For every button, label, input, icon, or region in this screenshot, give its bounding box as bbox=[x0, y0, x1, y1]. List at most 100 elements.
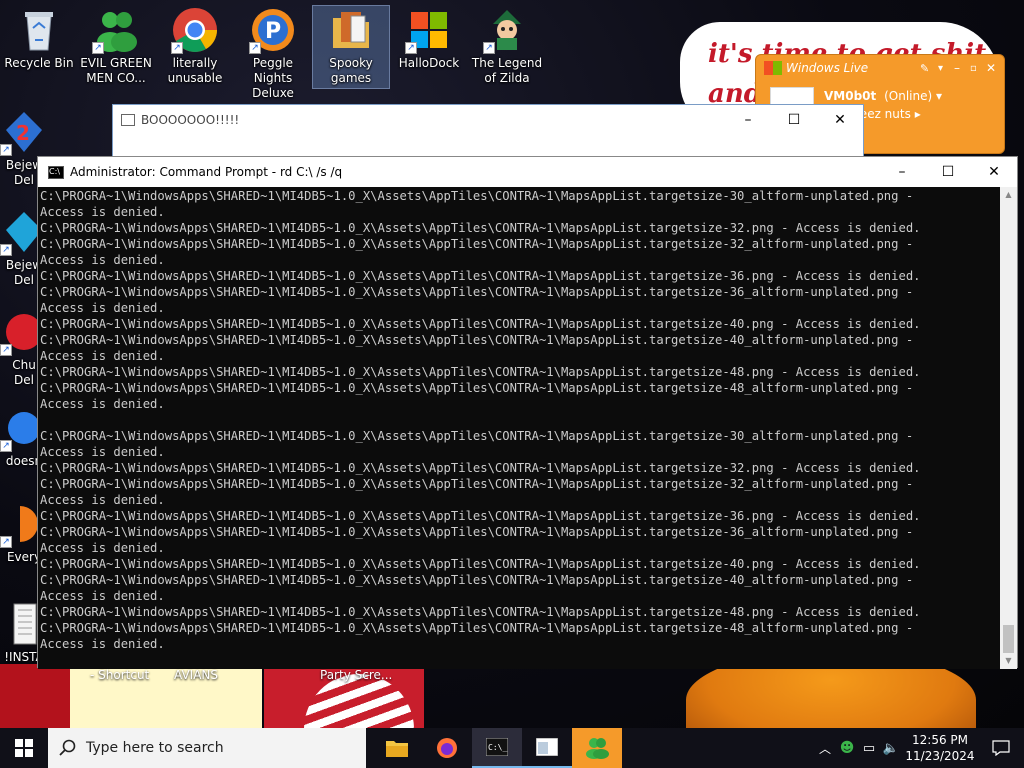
taskbar-app-window[interactable] bbox=[522, 728, 572, 768]
console-line: C:\PROGRA~1\WindowsApps\SHARED~1\MI4DB5~… bbox=[40, 269, 921, 283]
messenger-status[interactable]: (Online) bbox=[884, 89, 932, 103]
console-line: Access is denied. bbox=[40, 253, 165, 267]
bg-minimize-button[interactable]: – bbox=[725, 105, 771, 135]
messenger-title: Windows Live bbox=[786, 61, 869, 75]
peggle-icon: P ↗ bbox=[249, 6, 297, 54]
windows-live-logo-icon bbox=[764, 61, 782, 75]
recycle-bin-icon bbox=[15, 6, 63, 54]
cmd-minimize-button[interactable]: – bbox=[879, 157, 925, 187]
console-line: Access is denied. bbox=[40, 637, 165, 651]
messenger-icon bbox=[586, 738, 609, 759]
desktop-icon-recycle-bin[interactable]: Recycle Bin bbox=[1, 6, 77, 71]
command-prompt-window[interactable]: C:\ Administrator: Command Prompt - rd C… bbox=[37, 156, 1018, 669]
cmd-close-button[interactable]: ✕ bbox=[971, 157, 1017, 187]
network-icon[interactable]: ▭ bbox=[858, 728, 880, 768]
taskbar-messenger[interactable] bbox=[572, 728, 622, 768]
desktop-label-shortcut[interactable]: - Shortcut bbox=[90, 668, 149, 682]
search-placeholder: Type here to search bbox=[86, 740, 224, 756]
taskbar-firefox[interactable] bbox=[422, 728, 472, 768]
tray-people-icon[interactable]: ☻ bbox=[836, 728, 858, 768]
clock-time: 12:56 PM bbox=[912, 733, 968, 747]
folder-icon bbox=[327, 6, 375, 54]
shortcut-arrow-icon: ↗ bbox=[0, 344, 12, 356]
console-line: Access is denied. bbox=[40, 301, 165, 315]
windows-logo-icon: ↗ bbox=[405, 6, 453, 54]
console-line: C:\PROGRA~1\WindowsApps\SHARED~1\MI4DB5~… bbox=[40, 573, 914, 587]
svg-text:P: P bbox=[265, 19, 281, 44]
chrome-icon: ↗ bbox=[171, 6, 219, 54]
desktop-icon-evil-green-men[interactable]: ↗ EVIL GREEN MEN CO... bbox=[78, 6, 154, 86]
green-men-icon: ↗ bbox=[92, 6, 140, 54]
taskbar: Type here to search C:\_ ︿ ☻ ▭ 🔈 12:56 P… bbox=[0, 728, 1024, 768]
messenger-username: VM0b0t bbox=[824, 89, 877, 103]
taskbar-command-prompt[interactable]: C:\_ bbox=[472, 728, 522, 768]
shortcut-arrow-icon: ↗ bbox=[0, 144, 12, 156]
console-line: C:\PROGRA~1\WindowsApps\SHARED~1\MI4DB5~… bbox=[40, 365, 921, 379]
cmd-title: Administrator: Command Prompt - rd C:\ /… bbox=[70, 165, 343, 179]
shortcut-arrow-icon: ↗ bbox=[405, 42, 417, 54]
svg-text:C:\_: C:\_ bbox=[488, 743, 507, 752]
bejeweled-icon: 2 ↗ bbox=[0, 108, 48, 156]
search-icon bbox=[59, 739, 76, 756]
scroll-up-icon[interactable]: ▲ bbox=[1000, 187, 1017, 203]
console-line: Access is denied. bbox=[40, 397, 165, 411]
cmd-maximize-button[interactable]: ☐ bbox=[925, 157, 971, 187]
console-line: C:\PROGRA~1\WindowsApps\SHARED~1\MI4DB5~… bbox=[40, 557, 921, 571]
clock-date: 11/23/2024 bbox=[905, 749, 975, 763]
scroll-down-icon[interactable]: ▼ bbox=[1000, 653, 1017, 669]
cmd-titlebar[interactable]: C:\ Administrator: Command Prompt - rd C… bbox=[38, 157, 1017, 187]
desktop-icon-spooky-games[interactable]: Spooky games bbox=[312, 5, 390, 89]
console-line: C:\PROGRA~1\WindowsApps\SHARED~1\MI4DB5~… bbox=[40, 525, 914, 539]
app-window-icon bbox=[121, 114, 135, 126]
taskbar-file-explorer[interactable] bbox=[372, 728, 422, 768]
desktop-icon-peggle[interactable]: P ↗ Peggle Nights Deluxe bbox=[235, 6, 311, 101]
scroll-thumb[interactable] bbox=[1003, 625, 1014, 653]
console-line: C:\PROGRA~1\WindowsApps\SHARED~1\MI4DB5~… bbox=[40, 605, 921, 619]
messenger-close-button[interactable]: ✕ bbox=[986, 61, 1004, 75]
messenger-settings-icon[interactable]: ✎ bbox=[920, 62, 938, 75]
windows-start-icon bbox=[15, 739, 33, 757]
message-chevron-icon[interactable]: ▸ bbox=[915, 107, 921, 121]
shortcut-arrow-icon: ↗ bbox=[0, 244, 12, 256]
notification-icon bbox=[992, 740, 1010, 756]
messenger-maximize-button[interactable]: ▫ bbox=[970, 63, 986, 74]
messenger-minimize-button[interactable]: – bbox=[954, 61, 970, 75]
console-line: C:\PROGRA~1\WindowsApps\SHARED~1\MI4DB5~… bbox=[40, 333, 914, 347]
desktop-label-avians[interactable]: AVIANS bbox=[174, 668, 218, 682]
console-line: Access is denied. bbox=[40, 541, 165, 555]
console-line: Access is denied. bbox=[40, 349, 165, 363]
bg-close-button[interactable]: ✕ bbox=[817, 105, 863, 135]
desktop-icon-zilda[interactable]: ↗ The Legend of Zilda bbox=[469, 6, 545, 86]
search-box[interactable]: Type here to search bbox=[48, 728, 366, 768]
console-output[interactable]: C:\PROGRA~1\WindowsApps\SHARED~1\MI4DB5~… bbox=[38, 187, 1000, 669]
file-explorer-icon bbox=[386, 741, 408, 757]
console-line: C:\PROGRA~1\WindowsApps\SHARED~1\MI4DB5~… bbox=[40, 477, 914, 491]
status-chevron-icon[interactable]: ▾ bbox=[936, 89, 942, 103]
app-window-icon bbox=[536, 738, 558, 756]
desktop-icon-chrome[interactable]: ↗ literally unusable bbox=[157, 6, 233, 86]
clock[interactable]: 12:56 PM 11/23/2024 bbox=[902, 728, 978, 768]
svg-text:2: 2 bbox=[16, 121, 30, 145]
show-hidden-icons-button[interactable]: ︿ bbox=[814, 728, 836, 768]
shortcut-arrow-icon: ↗ bbox=[171, 42, 183, 54]
messenger-menu-icon[interactable]: ▾ bbox=[938, 63, 954, 74]
shortcut-arrow-icon: ↗ bbox=[92, 42, 104, 54]
desktop-label-party-screen[interactable]: Party Scre... bbox=[320, 668, 392, 682]
start-button[interactable] bbox=[0, 728, 48, 768]
console-line: C:\PROGRA~1\WindowsApps\SHARED~1\MI4DB5~… bbox=[40, 317, 921, 331]
notification-center-button[interactable] bbox=[978, 728, 1024, 768]
console-line: Access is denied. bbox=[40, 445, 165, 459]
bg-maximize-button[interactable]: ☐ bbox=[771, 105, 817, 135]
console-line: Access is denied. bbox=[40, 205, 165, 219]
background-window-title: BOOOOOOO!!!!! bbox=[141, 113, 240, 127]
shortcut-arrow-icon: ↗ bbox=[0, 536, 12, 548]
background-window[interactable]: BOOOOOOO!!!!! – ☐ ✕ bbox=[112, 104, 864, 164]
cmd-icon: C:\ bbox=[48, 165, 64, 179]
console-line: C:\PROGRA~1\WindowsApps\SHARED~1\MI4DB5~… bbox=[40, 189, 914, 203]
console-scrollbar[interactable]: ▲ ▼ bbox=[1000, 187, 1017, 669]
volume-icon[interactable]: 🔈 bbox=[880, 728, 902, 768]
terminal-icon: C:\_ bbox=[486, 738, 508, 756]
desktop-icon-hallodock[interactable]: ↗ HalloDock bbox=[391, 6, 467, 71]
firefox-icon bbox=[437, 738, 457, 758]
